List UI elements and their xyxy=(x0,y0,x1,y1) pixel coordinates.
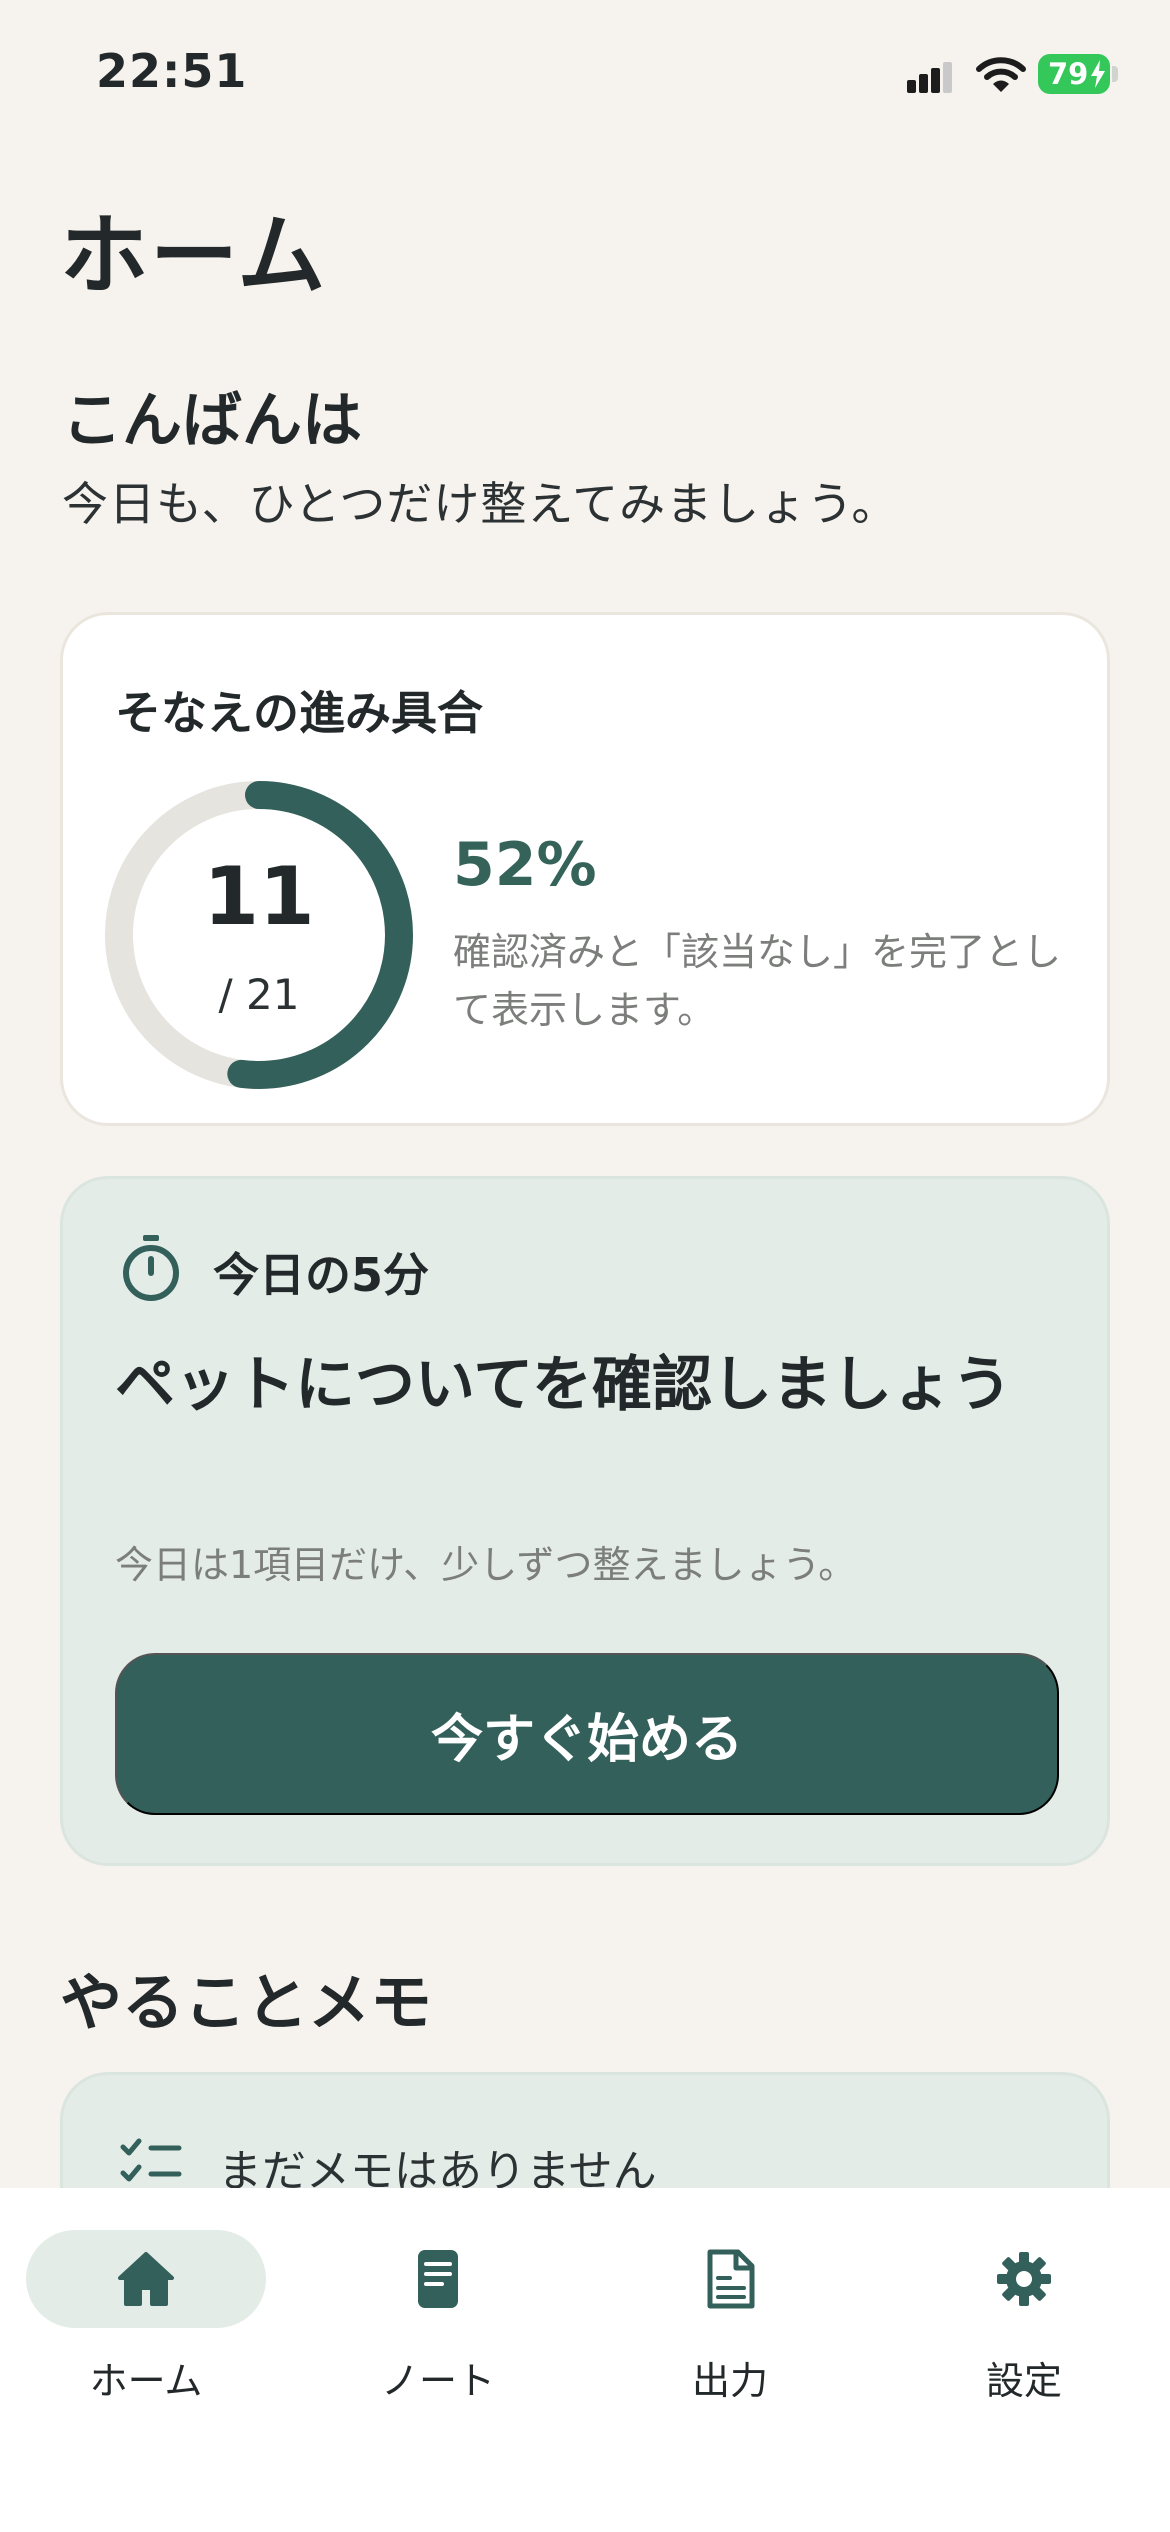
memo-section-title: やることメモ xyxy=(60,1966,433,2039)
today-task-card: 今日の5分 ペットについてを確認しましょう 今日は1項目だけ、少しずつ整えましょ… xyxy=(60,1176,1110,1866)
progress-card: そなえの進み具合 11 / 21 52% 確認済みと「該当なし」を完了として表示… xyxy=(60,612,1110,1126)
tab-label: 出力 xyxy=(691,2359,768,2403)
status-time: 22:51 xyxy=(96,44,248,98)
tab-export[interactable]: 出力 xyxy=(610,2230,850,2410)
cellular-signal-icon xyxy=(907,62,952,93)
charging-bolt-icon xyxy=(1091,60,1105,88)
tab-label: 設定 xyxy=(985,2359,1062,2403)
greeting-heading: こんばんは xyxy=(62,386,362,456)
progress-percent: 52% xyxy=(453,830,597,900)
start-now-button[interactable]: 今すぐ始める xyxy=(115,1653,1059,1815)
checklist-icon xyxy=(120,2138,182,2182)
today-subtitle: 今日は1項目だけ、少しずつ整えましょう。 xyxy=(115,1543,857,1587)
tab-label: ホーム xyxy=(89,2359,203,2403)
battery-indicator: 79 xyxy=(1038,54,1110,94)
battery-tip xyxy=(1112,66,1118,82)
stopwatch-icon xyxy=(123,1235,179,1301)
tab-home[interactable]: ホーム xyxy=(26,2230,266,2410)
tab-note[interactable]: ノート xyxy=(318,2230,558,2410)
progress-card-title: そなえの進み具合 xyxy=(115,686,483,740)
completed-count: 11 xyxy=(203,850,315,943)
home-icon xyxy=(118,2252,174,2306)
today-heading: ペットについてを確認しましょう xyxy=(115,1350,1012,1420)
progress-note: 確認済みと「該当なし」を完了として表示します。 xyxy=(453,930,1062,1032)
greeting-subtitle: 今日も、ひとつだけ整えてみましょう。 xyxy=(62,477,899,531)
note-icon xyxy=(418,2250,458,2308)
gear-icon xyxy=(997,2252,1051,2306)
tab-bar: ホーム ノート 出力 設定 xyxy=(0,2188,1170,2532)
battery-level: 79 xyxy=(1048,57,1089,91)
today-label: 今日の5分 xyxy=(213,1248,430,1302)
wifi-icon xyxy=(976,57,1026,92)
document-icon xyxy=(707,2249,755,2309)
tab-settings[interactable]: 設定 xyxy=(904,2230,1144,2410)
total-count: / 21 xyxy=(218,970,300,1019)
status-bar: 22:51 79 xyxy=(0,0,1170,150)
tab-label: ノート xyxy=(380,2359,495,2403)
home-indicator xyxy=(415,2494,755,2506)
home-screen: 22:51 79 ホーム こんばんは 今日も、ひとつだけ整えてみましょう。 そな… xyxy=(0,0,1170,2532)
page-title: ホーム xyxy=(60,204,328,307)
